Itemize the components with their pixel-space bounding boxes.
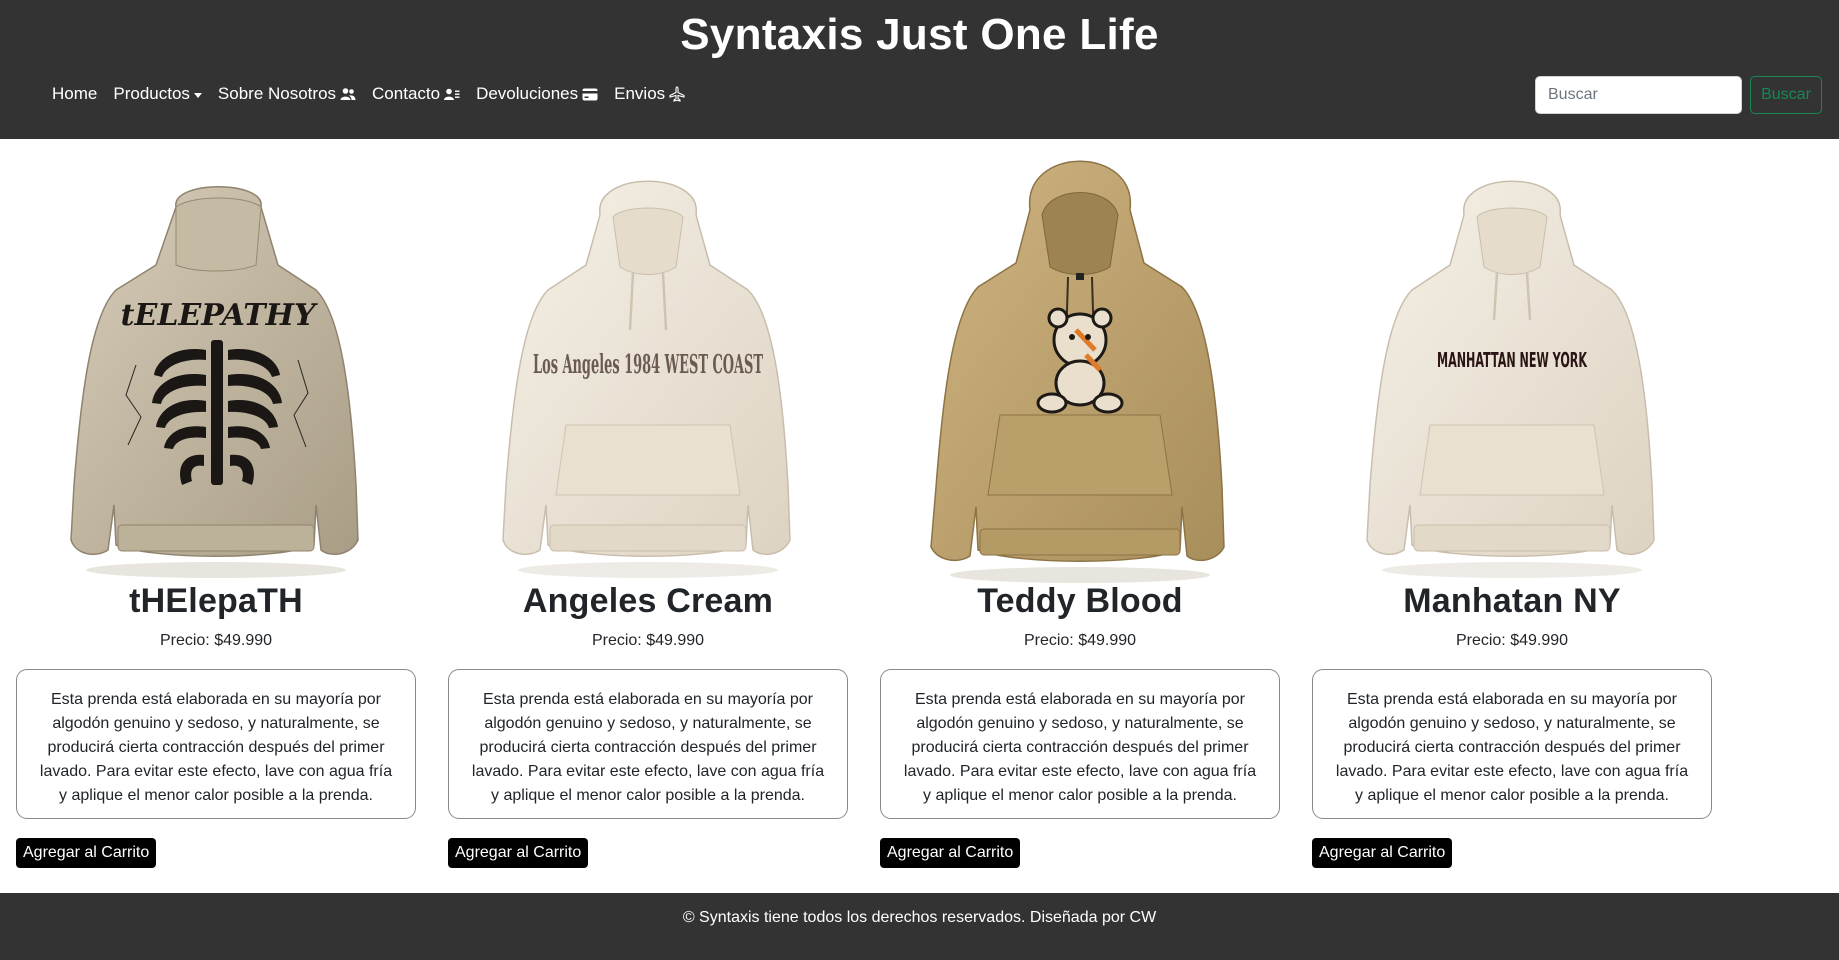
nav-devoluciones-label: Devoluciones [476,84,579,103]
people-icon [340,88,356,100]
nav-contacto-label: Contacto [372,84,441,103]
product-description: Esta prenda está elaborada en su mayoría… [880,669,1280,819]
product-name: tHElepaTH [129,582,303,620]
product-card: MANHATTAN NEW YORK Manhatan NY Precio: $… [1312,155,1712,870]
top-navbar: Syntaxis Just One Life Home Productos So… [0,0,1839,139]
search-input[interactable] [1535,76,1742,114]
product-name: Angeles Cream [522,582,774,620]
product-description: Esta prenda está elaborada en su mayoría… [448,669,848,819]
site-title: Syntaxis Just One Life [680,10,1159,59]
main-nav: Home Productos Sobre Nosotros Contacto D… [52,84,701,104]
contact-card-icon [444,88,460,100]
add-to-cart-button[interactable]: Agregar al Carrito [16,838,157,868]
product-price: Precio: $49.990 [159,632,273,649]
product-name: Manhatan NY [1403,582,1621,620]
product-image-hoodie-manhattan: MANHATTAN NEW YORK [1366,180,1655,578]
add-to-cart-button[interactable]: Agregar al Carrito [448,838,589,868]
nav-sobre-nosotros-label: Sobre Nosotros [217,84,337,103]
product-card: Teddy Blood Precio: $49.990 Esta prenda … [880,155,1280,870]
print-text: tELEPATHY [121,298,318,333]
search-button[interactable]: Buscar [1750,76,1822,114]
print-text: Los Angeles 1984 WEST COAST [533,350,763,380]
nav-contacto[interactable]: Contacto [372,84,460,104]
add-to-cart-button[interactable]: Agregar al Carrito [1312,838,1453,868]
product-image-hoodie-angeles: Los Angeles 1984 WEST COAST [502,180,791,578]
product-price: Precio: $49.990 [591,632,705,649]
airplane-icon [669,86,685,102]
credit-card-icon [582,88,598,100]
caret-down-icon [193,92,202,98]
nav-envios-label: Envios [614,84,666,103]
nav-productos-dropdown[interactable]: Productos [113,84,202,104]
add-to-cart-button[interactable]: Agregar al Carrito [880,838,1021,868]
nav-devoluciones[interactable]: Devoluciones [476,84,598,104]
footer-copyright: © Syntaxis tiene todos los derechos rese… [682,909,1157,926]
product-price: Precio: $49.990 [1023,632,1137,649]
product-name: Teddy Blood [977,582,1183,620]
nav-home-label: Home [52,84,98,103]
nav-productos-label: Productos [113,84,190,103]
product-card: Los Angeles 1984 WEST COAST Angeles Crea… [448,155,848,870]
footer: © Syntaxis tiene todos los derechos rese… [0,893,1839,960]
print-text: MANHATTAN NEW YORK [1437,348,1588,372]
product-description: Esta prenda está elaborada en su mayoría… [1312,669,1712,819]
product-card: tELEPATHY tHElepaTH Precio: $49.990 Esta… [16,155,416,870]
product-price: Precio: $49.990 [1455,632,1569,649]
nav-envios[interactable]: Envios [614,84,685,104]
product-description: Esta prenda está elaborada en su mayoría… [16,669,416,819]
product-image-hoodie-back: tELEPATHY [70,186,359,578]
nav-sobre-nosotros[interactable]: Sobre Nosotros [218,84,356,104]
nav-home[interactable]: Home [52,84,97,104]
product-image-hoodie-teddy [930,160,1225,583]
